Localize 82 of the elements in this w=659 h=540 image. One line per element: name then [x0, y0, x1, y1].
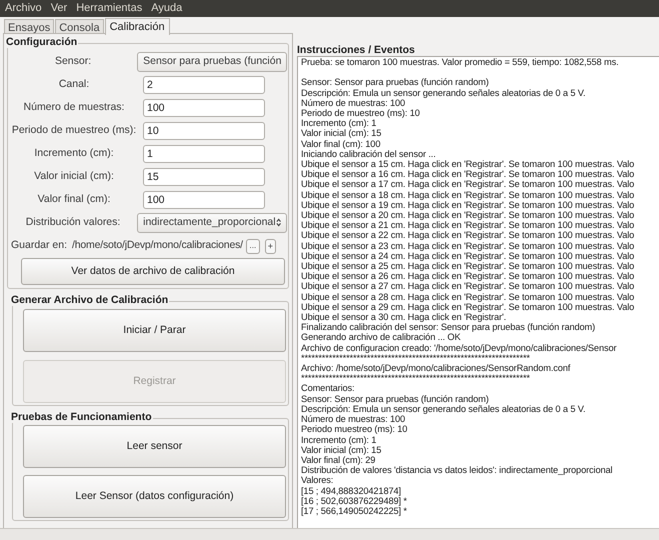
log-line: Ubique el sensor a 27 cm. Haga click en 'Registrar'. Se tomaron 100 muestras. Valo: [301, 281, 634, 292]
log-line: Periodo de muestreo (ms): 10: [301, 108, 420, 118]
dropdown[interactable]: indirectamente_proporcional: [137, 212, 287, 232]
input-field[interactable]: 10: [143, 122, 265, 140]
log-line: Ubique el sensor a 17 cm. Haga click en 'Registrar'. Se tomaron 100 muestras. Valo: [301, 179, 634, 190]
tab[interactable]: Calibración: [104, 18, 170, 35]
log-line: Archivo de configuracion creado: '/home/soto/jDevp/mono/calibraciones/Sensor: [301, 342, 616, 353]
log-line: Ubique el sensor a 20 cm. Haga click en 'Registrar'. Se tomaron 100 muestras. Valo: [301, 210, 634, 220]
log-line: [16 ; 502,603876229489] *: [301, 496, 407, 506]
log-line: Incremento (cm): 1: [301, 434, 376, 445]
dropdown-value: indirectamente_proporcional: [143, 214, 276, 230]
log-line: Descripción: Emula un sensor generando señales aleatorias de 0 a 5 V.: [301, 404, 586, 414]
field-label: Canal:: [58, 76, 90, 92]
group-title: Generar Archivo de Calibración: [11, 294, 170, 306]
menu-item[interactable]: Ver: [50, 0, 68, 17]
log-line: Sensor: Sensor para pruebas (función random): [301, 77, 489, 88]
log-line: Valores:: [301, 475, 334, 486]
field-label: Periodo de muestreo (ms):: [11, 122, 137, 138]
group-title: Pruebas de Funcionamiento: [11, 411, 153, 424]
input-field[interactable]: 100: [143, 98, 265, 116]
log-line: Ubique el sensor a 30 cm. Haga click en 'Registrar'.: [301, 312, 506, 322]
log-line: Valor inicial (cm): 15: [301, 444, 382, 455]
tab[interactable]: Ensayos: [4, 19, 54, 34]
browse-button[interactable]: ...: [246, 238, 260, 254]
field-label: Distribución valores:: [24, 214, 122, 230]
log-line: Incremento (cm): 1: [301, 118, 376, 128]
menu-item[interactable]: Herramientas: [76, 0, 142, 17]
group-title: Configuración: [6, 36, 78, 48]
field-label: Incremento (cm):: [33, 146, 115, 161]
input-field[interactable]: 100: [143, 190, 265, 208]
tab[interactable]: Consola: [55, 19, 104, 34]
log-line: Ubique el sensor a 18 cm. Haga click en 'Registrar'. Se tomaron 100 muestras. Valo: [301, 190, 634, 200]
menu-item[interactable]: Archivo: [5, 0, 42, 17]
action-button[interactable]: Ver datos de archivo de calibración: [21, 258, 285, 286]
log-line: [15 ; 494,888320421874]: [301, 486, 401, 496]
log-line: Generando archivo de calibración ... OK: [301, 332, 461, 343]
log-line: Comentarios:: [301, 383, 354, 394]
log-line: Iniciando calibración del sensor ...: [301, 148, 436, 160]
action-button[interactable]: Leer Sensor (datos configuración): [23, 475, 286, 518]
log-line: Valor final (cm): 100: [301, 138, 380, 149]
field-label: Número de muestras:: [22, 100, 126, 115]
log-line: Ubique el sensor a 25 cm. Haga click en 'Registrar'. Se tomaron 100 muestras. Valo: [301, 261, 634, 272]
log-line: Periodo muestreo (ms): 10: [301, 424, 408, 434]
log-line: Distribución de valores 'distancia vs datos leidos': indirectamente_proporcional: [301, 465, 612, 476]
field-label: Guardar en:: [11, 238, 68, 254]
path-text: /home/soto/jDevp/mono/calibraciones/: [72, 238, 243, 254]
input-field[interactable]: 15: [143, 168, 265, 186]
panel-title: Instrucciones / Eventos: [297, 44, 416, 56]
spinner-arrows-icon: [276, 218, 281, 227]
log-line: Prueba: se tomaron 100 muestras. Valor promedio = 559, tiempo: 1082,558 ms.: [301, 57, 619, 68]
log-line: Ubique el sensor a 26 cm. Haga click en 'Registrar'. Se tomaron 100 muestras. Valo: [301, 271, 634, 282]
log-line: Archivo: /home/soto/jDevp/mono/calibraciones/SensorRandom.conf: [301, 363, 570, 374]
action-button[interactable]: Leer sensor: [23, 425, 286, 468]
log-line: Ubique el sensor a 23 cm. Haga click en 'Registrar'. Se tomaron 100 muestras. Valo: [301, 240, 634, 251]
log-line: Ubique el sensor a 15 cm. Haga click en 'Registrar'. Se tomaron 100 muestras. Valo: [301, 159, 634, 170]
log-line: Finalizando calibración del sensor: Sensor para pruebas (función random): [301, 322, 596, 332]
log-line: Sensor: Sensor para pruebas (función random): [301, 394, 489, 404]
log-line: Número de muestras: 100: [301, 98, 406, 108]
input-field[interactable]: 1: [143, 144, 265, 162]
log-line: ******************************************************************: [301, 373, 530, 384]
action-button[interactable]: Iniciar / Parar: [23, 309, 286, 352]
log-line: Ubique el sensor a 22 cm. Haga click en 'Registrar'. Se tomaron 100 muestras. Valo: [301, 230, 634, 241]
log-line: Descripción: Emula un sensor generando señales aleatorias de 0 a 5 V.: [301, 88, 586, 98]
log-line: Ubique el sensor a 19 cm. Haga click en 'Registrar'. Se tomaron 100 muestras. Valo: [301, 200, 634, 210]
log-line: Ubique el sensor a 28 cm. Haga click en 'Registrar'. Se tomaron 100 muestras. Valo: [301, 292, 634, 302]
menu-item[interactable]: Ayuda: [151, 0, 182, 17]
log-line: Ubique el sensor a 21 cm. Haga click en 'Registrar'. Se tomaron 100 muestras. Valo: [301, 220, 634, 230]
log-line: Ubique el sensor a 24 cm. Haga click en 'Registrar'. Se tomaron 100 muestras. Valo: [301, 250, 634, 262]
input-field[interactable]: 2: [143, 76, 265, 94]
log-line: Valor final (cm): 29: [301, 454, 376, 466]
log-line: Valor inicial (cm): 15: [301, 128, 382, 139]
field-label: Valor final (cm):: [36, 192, 112, 207]
dropdown[interactable]: Sensor para pruebas (función: [137, 52, 287, 72]
log-line: ******************************************************************: [301, 352, 530, 364]
add-button[interactable]: +: [264, 238, 276, 254]
field-label: Sensor:: [54, 54, 92, 69]
log-line: Ubique el sensor a 29 cm. Haga click en 'Registrar'. Se tomaron 100 muestras. Valo: [301, 302, 634, 312]
log-line: [17 ; 566,149050242225] *: [301, 506, 407, 516]
log-line: Ubique el sensor a 16 cm. Haga click en 'Registrar'. Se tomaron 100 muestras. Valo: [301, 169, 634, 180]
dropdown-value: Sensor para pruebas (función: [143, 54, 282, 69]
field-label: Valor inicial (cm):: [33, 168, 115, 184]
log-line: Número de muestras: 100: [301, 414, 406, 424]
